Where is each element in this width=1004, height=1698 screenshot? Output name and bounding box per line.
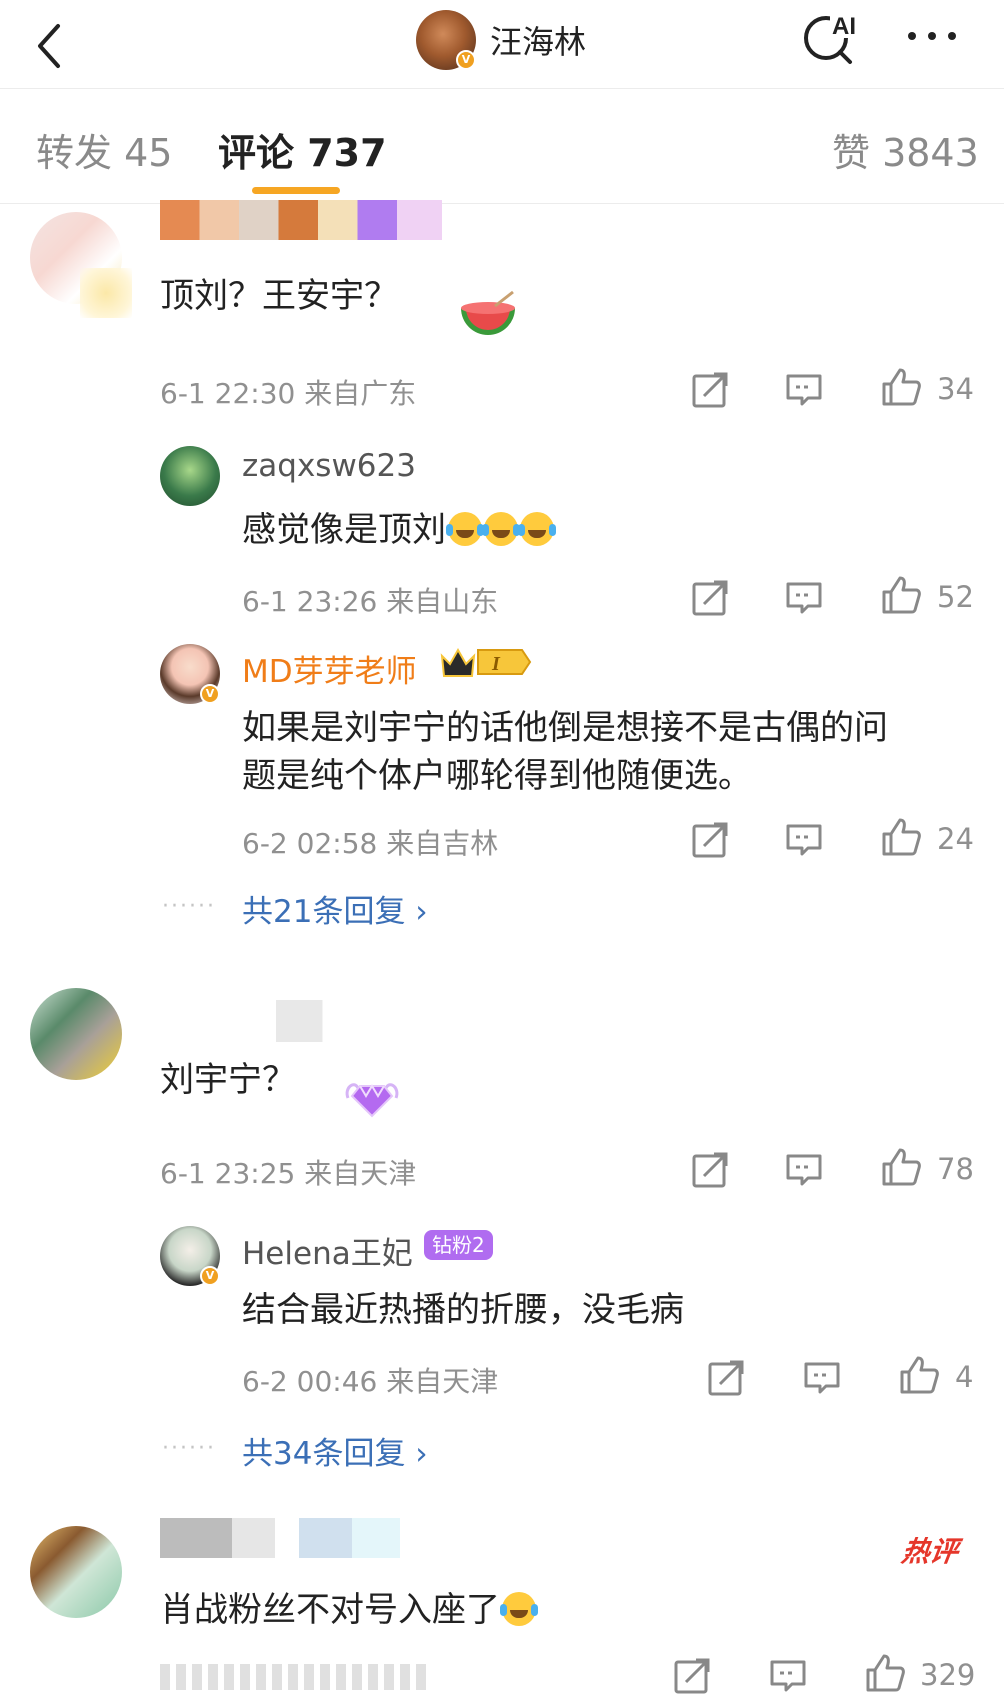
watermelon-sticker-icon [455,290,521,342]
reply-username[interactable]: MD芽芽老师 [242,646,417,691]
reply-text-line1: 如果是刘宇宁的话他倒是想接不是古偶的问 [242,708,888,748]
view-more-replies-link[interactable]: 共34条回复 › [242,1428,428,1473]
tab-likes[interactable]: 赞 3843 [832,122,979,177]
author-name[interactable]: 汪海林 [490,17,586,63]
like-count: 34 [937,372,974,406]
profile-title[interactable]: V 汪海林 [416,8,586,72]
reply-text-line2: 题是纯个体户哪轮得到他随便选。 [242,756,752,796]
comment-text: 肖战粉丝不对号入座了 [160,1582,538,1631]
reply-icon[interactable] [784,1150,824,1190]
laugh-cry-emoji-icon [500,1592,538,1626]
diamond-fan-badge-icon [340,1068,404,1124]
repost-icon[interactable] [690,1150,730,1190]
header-divider [0,88,1004,89]
like-count: 24 [937,822,974,856]
verified-badge-icon: V [456,50,476,70]
like-count: 52 [937,580,974,614]
reply-icon[interactable] [784,370,824,410]
replies-ellipsis: ······ [162,894,216,919]
reply-avatar[interactable] [160,446,220,506]
tab-reposts[interactable]: 转发 45 [36,122,172,177]
commenter-avatar[interactable] [30,988,122,1080]
hot-comment-label: 热评 [899,1535,961,1568]
repost-icon[interactable] [690,370,730,410]
reply-text: 感觉像是顶刘 [242,502,556,551]
view-more-replies-link[interactable]: 共21条回复 › [242,886,428,931]
reply-meta: 6-2 02:58 来自吉林 [242,827,499,860]
reply-icon[interactable] [768,1656,808,1696]
like-count: 4 [955,1360,974,1394]
comment-meta: 6-1 22:30 来自广东 [160,377,417,410]
comment-text-content: 肖战粉丝不对号入座了 [160,1590,500,1630]
laugh-cry-emoji-icon [482,512,520,546]
like-count: 78 [937,1152,974,1186]
comment-meta: 6-1 23:25 来自天津 [160,1157,417,1190]
blurred-username [160,1000,450,1042]
top-bar: V 汪海林 AI [0,0,1004,90]
like-icon[interactable] [898,1354,939,1394]
like-icon[interactable] [880,1146,921,1186]
ai-search-icon[interactable]: AI [800,6,870,66]
laugh-cry-emoji-icon [518,512,556,546]
repost-icon[interactable] [706,1358,746,1398]
like-icon[interactable] [880,574,921,614]
reply-text-content: 感觉像是顶刘 [242,510,446,550]
blurred-username [160,1518,400,1558]
back-arrow-icon[interactable] [28,12,78,72]
like-icon[interactable] [864,1652,905,1692]
comment-text: 刘宇宁？ [160,1060,296,1100]
reply-meta: 6-1 23:26 来自山东 [242,585,499,618]
laugh-cry-emoji-icon [446,512,484,546]
svg-text:I: I [491,653,501,675]
reply-icon[interactable] [784,578,824,618]
reply-icon[interactable] [784,820,824,860]
member-level-badge: I [438,646,534,678]
commenter-avatar[interactable] [30,1526,122,1618]
like-count: 329 [920,1658,976,1692]
blurred-username [160,200,442,240]
diamond-fan-level-badge: 钻粉2 [424,1230,493,1260]
like-icon[interactable] [880,816,921,856]
repost-icon[interactable] [690,820,730,860]
blurred-meta [160,1664,428,1690]
tab-comments[interactable]: 评论 737 [218,122,387,177]
reply-username[interactable]: zaqxsw623 [242,448,416,484]
reply-icon[interactable] [802,1358,842,1398]
repost-icon[interactable] [690,578,730,618]
reply-username[interactable]: Helena王妃 [242,1228,413,1273]
verified-badge-icon: V [200,1266,220,1286]
comment-text: 顶刘？王安宇？ [160,276,398,316]
reply-text: 结合最近热播的折腰，没毛病 [242,1290,684,1330]
author-avatar[interactable]: V [416,10,476,70]
verified-badge-icon: V [200,684,220,704]
ai-label: AI [832,13,856,40]
active-tab-indicator [252,187,340,194]
repost-icon[interactable] [672,1656,712,1696]
tabs-divider [0,203,1004,204]
reply-meta: 6-2 00:46 来自天津 [242,1365,499,1398]
replies-ellipsis: ······ [162,1436,216,1461]
more-options-icon[interactable] [900,10,970,60]
like-icon[interactable] [880,366,921,406]
blurred-badge [80,268,132,318]
